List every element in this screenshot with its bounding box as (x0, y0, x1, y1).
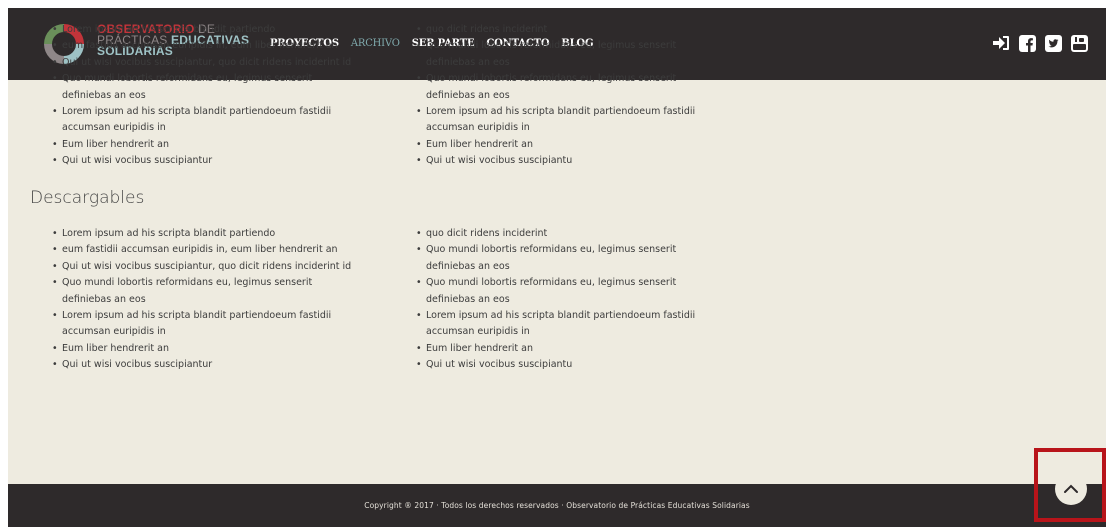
list-item: Qui ut wisi vocibus suscipiantu (406, 153, 726, 170)
list-item: Lorem ipsum ad his scripta blandit parti… (406, 104, 726, 137)
list-item: quo dicit ridens inciderint (406, 22, 726, 39)
list-item: Quo mundi lobortis reformidans eu, legim… (42, 71, 352, 104)
scroll-to-top-button[interactable] (1055, 473, 1087, 505)
youtube-icon[interactable] (1070, 34, 1088, 52)
list-item: Quo mundi lobortis reformidans eu, legim… (406, 275, 726, 308)
list-item: eum fastidii accumsan euripidis in, eum … (42, 38, 412, 55)
list-item: Qui ut wisi vocibus suscipiantur, quo di… (42, 55, 412, 72)
list-column-right: quo dicit ridens inciderint Quo mundi lo… (406, 22, 726, 170)
section-title-descargables: Descargables (30, 188, 145, 208)
login-icon[interactable] (992, 34, 1010, 52)
list-item: Lorem ipsum ad his scripta blandit parti… (406, 308, 726, 341)
list-item: Lorem ipsum ad his scripta blandit parti… (42, 22, 412, 39)
list-column-right: quo dicit ridens inciderint Quo mundi lo… (406, 226, 726, 374)
list-item: Qui ut wisi vocibus suscipiantur (42, 357, 412, 374)
list-item: eum fastidii accumsan euripidis in, eum … (42, 242, 412, 259)
list-block-2: Lorem ipsum ad his scripta blandit parti… (42, 226, 726, 374)
chevron-up-icon (1064, 484, 1078, 493)
list-item: Quo mundi lobortis reformidans eu, legim… (42, 275, 352, 308)
list-block-1: Lorem ipsum ad his scripta blandit parti… (42, 22, 726, 170)
site-footer: Copyright ® 2017 · Todos los derechos re… (8, 484, 1106, 527)
footer-copyright: Copyright ® 2017 · Todos los derechos re… (364, 501, 750, 510)
list-item: Qui ut wisi vocibus suscipiantu (406, 357, 726, 374)
list-item: Lorem ipsum ad his scripta blandit parti… (42, 226, 412, 243)
list-item: Lorem ipsum ad his scripta blandit parti… (42, 104, 362, 137)
list-item: Qui ut wisi vocibus suscipiantur (42, 153, 412, 170)
facebook-icon[interactable] (1018, 34, 1036, 52)
list-item: Lorem ipsum ad his scripta blandit parti… (42, 308, 362, 341)
list-column-left: Lorem ipsum ad his scripta blandit parti… (42, 22, 412, 170)
list-item: Eum liber hendrerit an (406, 341, 726, 358)
list-item: Qui ut wisi vocibus suscipiantur, quo di… (42, 259, 412, 276)
social-links (992, 34, 1088, 52)
twitter-icon[interactable] (1044, 34, 1062, 52)
list-item: Eum liber hendrerit an (42, 341, 412, 358)
list-item: quo dicit ridens inciderint (406, 226, 726, 243)
list-item: Quo mundi lobortis reformidans eu, legim… (406, 38, 726, 71)
list-item: Eum liber hendrerit an (406, 137, 726, 154)
list-item: Eum liber hendrerit an (42, 137, 412, 154)
list-item: Quo mundi lobortis reformidans eu, legim… (406, 71, 726, 104)
list-column-left: Lorem ipsum ad his scripta blandit parti… (42, 226, 412, 374)
list-item: Quo mundi lobortis reformidans eu, legim… (406, 242, 726, 275)
